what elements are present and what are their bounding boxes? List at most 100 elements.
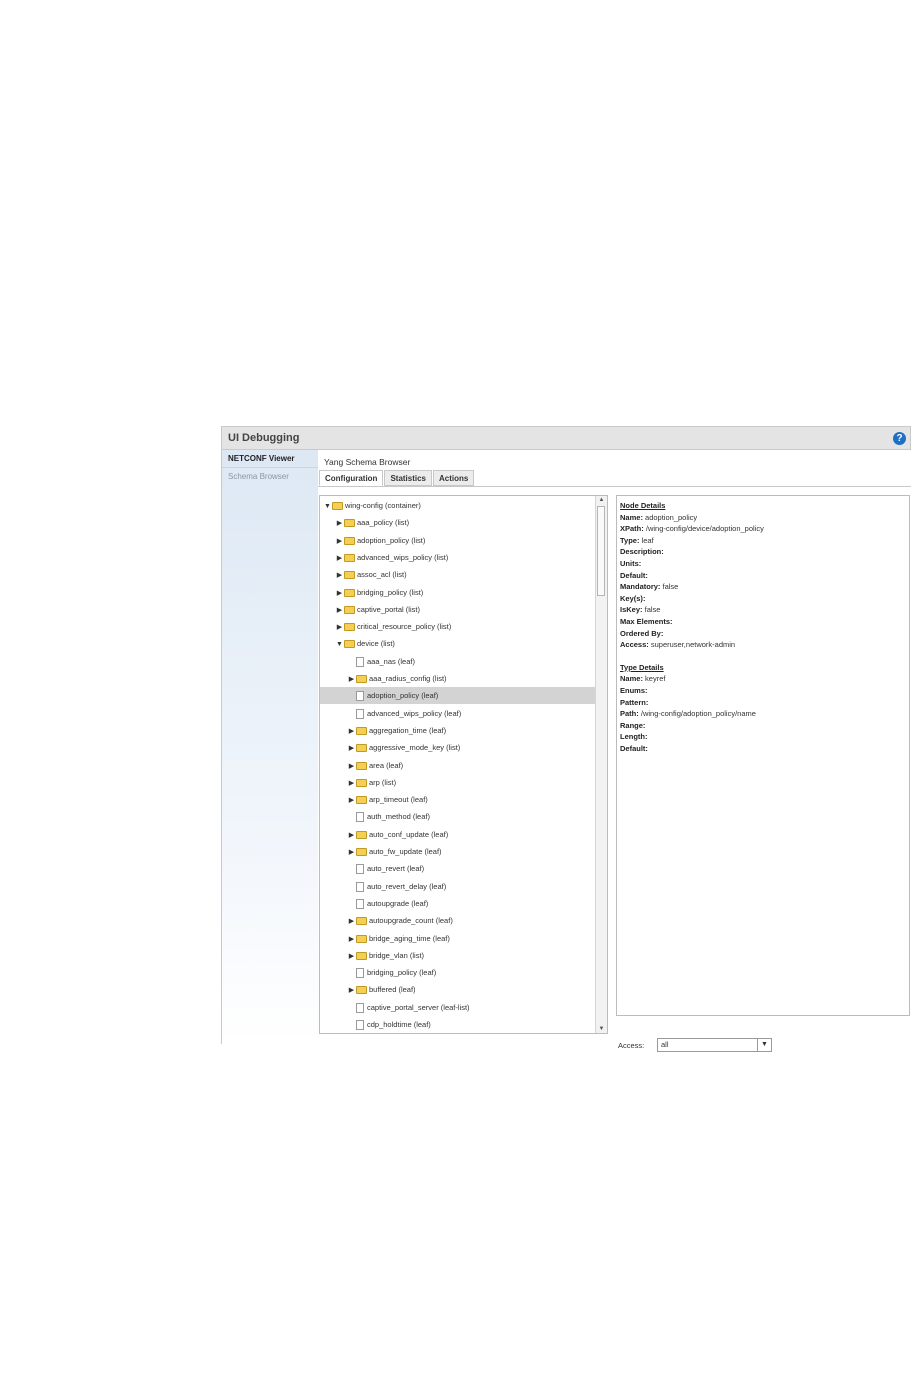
detail-line: Range: xyxy=(620,720,906,732)
expand-right-icon[interactable]: ▶ xyxy=(347,982,356,999)
tree-row-label: bridging_policy (leaf) xyxy=(367,968,437,978)
type-details-heading: Type Details xyxy=(620,662,664,672)
detail-line: Description: xyxy=(620,546,906,558)
sidebar-item-schema-browser[interactable]: Schema Browser xyxy=(222,468,318,485)
detail-key: Default xyxy=(620,743,646,753)
tree-row[interactable]: ▶ arp_timeout (leaf) xyxy=(320,791,607,809)
chevron-down-icon[interactable]: ▼ xyxy=(757,1039,771,1051)
tree-row[interactable]: bridging_policy (leaf) xyxy=(320,964,607,981)
expand-right-icon[interactable]: ▶ xyxy=(347,723,356,740)
tree-row[interactable]: auto_revert_delay (leaf) xyxy=(320,878,607,895)
scroll-down-arrow-icon[interactable]: ▼ xyxy=(596,1026,607,1032)
folder-icon xyxy=(356,726,367,735)
expand-right-icon[interactable]: ▶ xyxy=(347,792,356,809)
file-icon xyxy=(356,968,364,979)
detail-colon: : xyxy=(657,582,661,592)
tree-row[interactable]: captive_portal_server (leaf-list) xyxy=(320,999,607,1016)
tree-row[interactable]: advanced_wips_policy (leaf) xyxy=(320,705,607,722)
detail-key: IsKey xyxy=(620,605,641,615)
detail-key: Default xyxy=(620,570,646,580)
tab-bar: Configuration Statistics Actions xyxy=(319,470,475,487)
tree-row[interactable]: ▶ auto_conf_update (leaf) xyxy=(320,826,607,844)
tree-row-label: device (list) xyxy=(357,639,395,649)
tree-row-label: adoption_policy (leaf) xyxy=(367,691,439,701)
expand-right-icon[interactable]: ▶ xyxy=(335,515,344,532)
tree-row[interactable]: ▶ aggressive_mode_key (list) xyxy=(320,739,607,757)
tree-row[interactable]: autoupgrade (leaf) xyxy=(320,895,607,912)
tab-statistics[interactable]: Statistics xyxy=(384,470,433,486)
expand-right-icon[interactable]: ▶ xyxy=(347,758,356,775)
tree-row[interactable]: ▶ captive_portal (list) xyxy=(320,601,607,619)
tab-configuration[interactable]: Configuration xyxy=(319,470,384,486)
tree-row[interactable]: ▶ bridge_aging_time (leaf) xyxy=(320,930,607,948)
type-details-list: Name: keyref Enums: Pattern: Path: /wing-… xyxy=(620,673,906,754)
tree-row[interactable]: ▶ area (leaf) xyxy=(320,757,607,775)
tree-row[interactable]: auto_revert (leaf) xyxy=(320,860,607,877)
tab-actions[interactable]: Actions xyxy=(433,470,475,486)
expand-down-icon[interactable]: ▼ xyxy=(323,498,332,515)
expand-right-icon[interactable]: ▶ xyxy=(347,948,356,965)
expand-right-icon[interactable]: ▶ xyxy=(347,671,356,688)
tree-row-label: advanced_wips_policy (list) xyxy=(357,552,449,562)
expand-right-icon[interactable]: ▶ xyxy=(347,844,356,861)
tree-row[interactable]: ▼ device (list) xyxy=(320,635,607,653)
expand-right-icon[interactable]: ▶ xyxy=(347,827,356,844)
tree-row[interactable]: cdp_holdtime (leaf) xyxy=(320,1016,607,1033)
detail-key: Enums xyxy=(620,685,646,695)
tree-row[interactable]: ▶ arp (list) xyxy=(320,774,607,792)
expand-right-icon[interactable]: ▶ xyxy=(347,775,356,792)
tree-row[interactable]: ▶ aaa_policy (list) xyxy=(320,514,607,532)
tree-row[interactable]: ▶ bridging_policy (list) xyxy=(320,584,607,602)
tree-row[interactable]: ▶ auto_fw_update (leaf) xyxy=(320,843,607,861)
schema-tree[interactable]: ▼ wing-config (container) ▶ aaa_policy (lis… xyxy=(319,495,608,1034)
file-icon xyxy=(356,708,364,719)
expand-right-icon[interactable]: ▶ xyxy=(335,533,344,550)
detail-line: Type: leaf xyxy=(620,535,906,547)
tree-row[interactable]: adoption_policy (leaf) xyxy=(320,687,607,705)
expand-right-icon[interactable]: ▶ xyxy=(335,550,344,567)
detail-key: Pattern xyxy=(620,697,646,707)
tree-row[interactable]: ▶ aggregation_time (leaf) xyxy=(320,722,607,740)
detail-value: adoption_policy xyxy=(645,512,698,522)
tree-row[interactable]: ▶ buffered (leaf) xyxy=(320,981,607,999)
tree-row[interactable]: ▶ aaa_radius_config (list) xyxy=(320,670,607,688)
folder-icon xyxy=(356,848,367,857)
tree-row[interactable]: aaa_nas (leaf) xyxy=(320,653,607,670)
expand-right-icon[interactable]: ▶ xyxy=(335,619,344,636)
tree-row[interactable]: ▶ assoc_acl (list) xyxy=(320,566,607,584)
tree-row[interactable]: ▼ wing-config (container) xyxy=(320,497,601,514)
expand-right-icon[interactable]: ▶ xyxy=(335,602,344,619)
detail-key: Type xyxy=(620,535,637,545)
tree-row[interactable]: ▶ autoupgrade_count (leaf) xyxy=(320,912,607,930)
detail-key: XPath xyxy=(620,524,642,534)
tree-row[interactable]: ▶ critical_resource_policy (list) xyxy=(320,618,607,636)
detail-colon: : xyxy=(645,685,648,695)
scrollbar-thumb[interactable] xyxy=(597,506,605,596)
tree-row[interactable]: auth_method (leaf) xyxy=(320,808,607,825)
tree-row[interactable]: ▶ advanced_wips_policy (list) xyxy=(320,549,607,567)
folder-icon xyxy=(344,605,355,614)
file-icon xyxy=(356,691,364,702)
tree-row[interactable]: ▶ bridge_vlan (list) xyxy=(320,947,607,965)
detail-line: Enums: xyxy=(620,685,906,697)
sidebar-item-netconf-viewer[interactable]: NETCONF Viewer xyxy=(222,450,318,468)
tree-row[interactable]: ▶ adoption_policy (list) xyxy=(320,532,607,550)
tree-row-label: auto_fw_update (leaf) xyxy=(369,847,442,856)
detail-line: Default: xyxy=(620,570,906,582)
tree-scrollbar[interactable]: ▲ ▼ xyxy=(595,496,607,1033)
folder-icon xyxy=(356,744,367,753)
folder-icon xyxy=(356,675,367,684)
expand-right-icon[interactable]: ▶ xyxy=(347,740,356,757)
expand-right-icon[interactable]: ▶ xyxy=(347,913,356,930)
folder-icon xyxy=(344,536,355,545)
access-select[interactable]: all ▼ xyxy=(657,1038,772,1052)
scroll-up-arrow-icon[interactable]: ▲ xyxy=(596,497,607,503)
expand-right-icon[interactable]: ▶ xyxy=(335,567,344,584)
folder-icon xyxy=(356,951,367,960)
help-icon[interactable]: ? xyxy=(893,432,906,445)
expand-right-icon[interactable]: ▶ xyxy=(335,585,344,602)
detail-colon: : xyxy=(645,697,649,707)
expand-down-icon[interactable]: ▼ xyxy=(335,636,344,653)
expand-right-icon[interactable]: ▶ xyxy=(347,931,356,948)
tree-row-label: aggregation_time (leaf) xyxy=(369,725,447,735)
